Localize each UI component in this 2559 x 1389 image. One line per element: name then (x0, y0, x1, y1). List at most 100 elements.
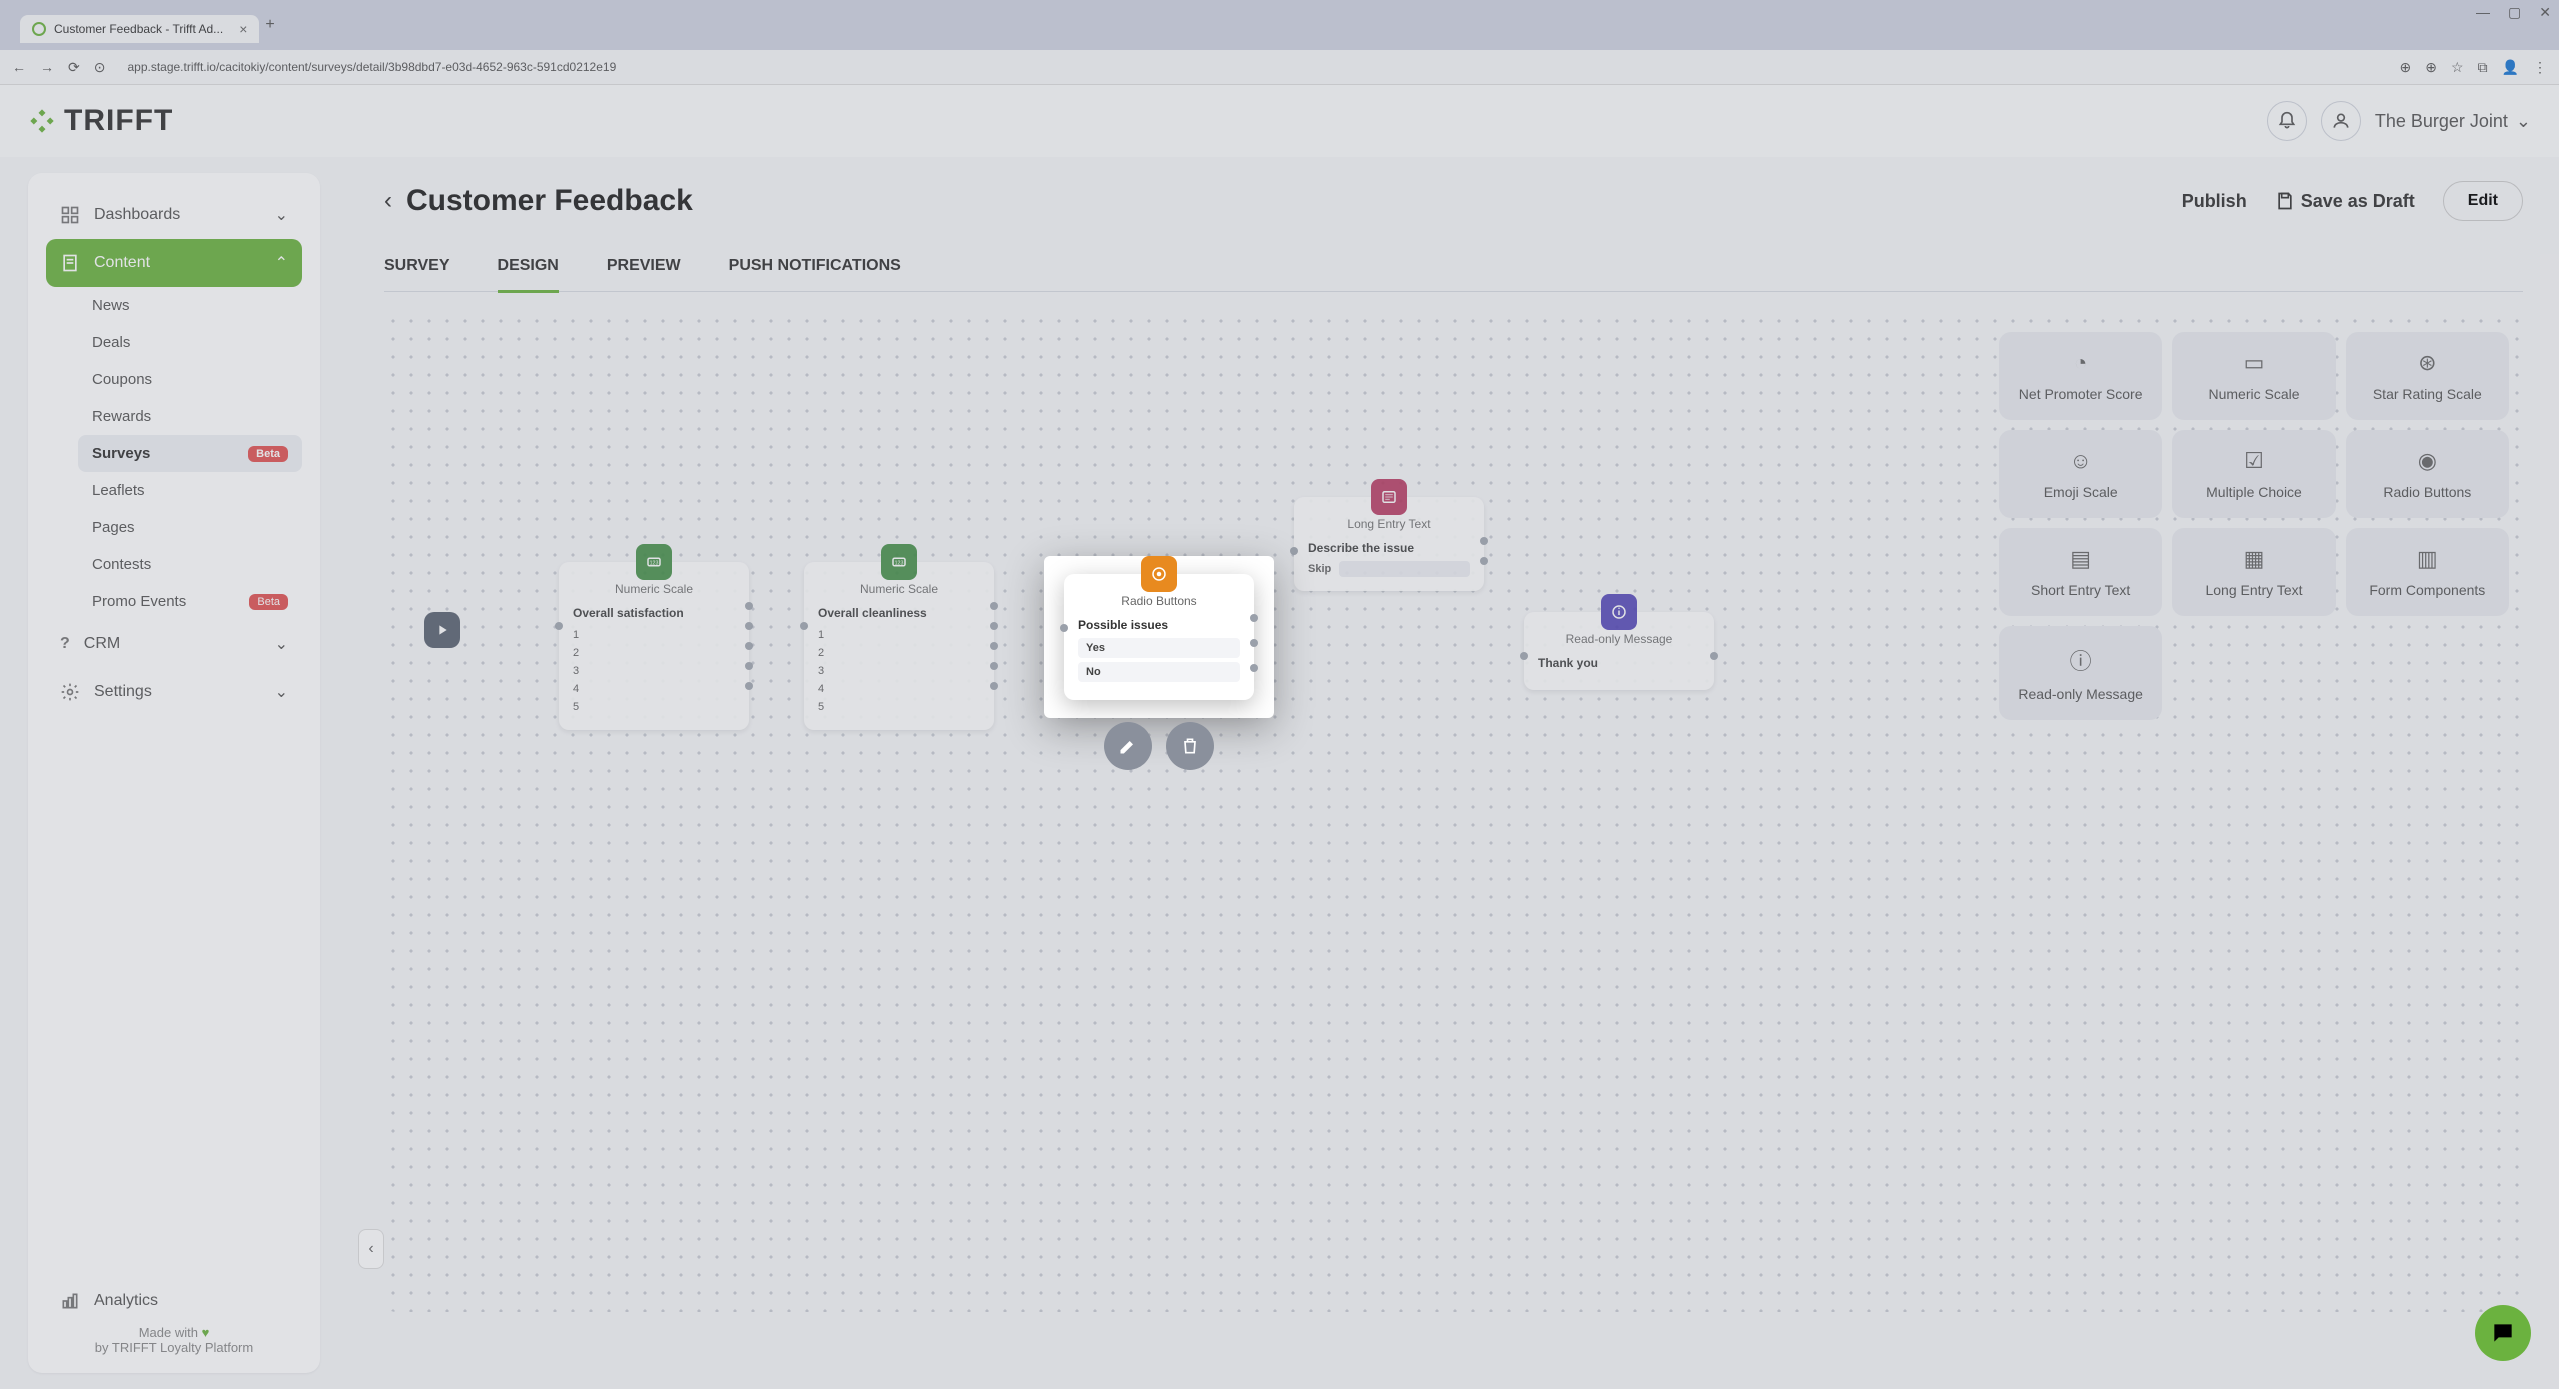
chat-icon (2490, 1320, 2516, 1346)
node-question: Possible issues (1078, 618, 1240, 632)
notifications-button[interactable] (2267, 101, 2307, 141)
palette-emoji[interactable]: ☺Emoji Scale (1999, 430, 2162, 518)
nav-sub-leaflets[interactable]: Leaflets (78, 472, 302, 509)
logo-icon (28, 107, 56, 135)
palette-star[interactable]: ⊛Star Rating Scale (2346, 332, 2509, 420)
node-type-label: Read-only Message (1538, 632, 1700, 646)
window-controls: — ▢ ✕ (2476, 4, 2551, 21)
question-icon: ? (60, 635, 70, 653)
start-node[interactable] (424, 612, 460, 648)
gear-icon (60, 682, 80, 702)
url-bar[interactable]: app.stage.trifft.io/cacitokiy/content/su… (119, 60, 2385, 74)
new-tab-button[interactable]: + (265, 16, 274, 34)
delete-node-button[interactable] (1166, 722, 1214, 770)
palette-short-text[interactable]: ▤Short Entry Text (1999, 528, 2162, 616)
back-button[interactable]: ‹ (384, 187, 392, 215)
pencil-icon (1118, 736, 1138, 756)
tab-push-notifications[interactable]: PUSH NOTIFICATIONS (729, 241, 901, 291)
menu-icon[interactable]: ⋮ (2533, 59, 2547, 76)
user-icon (2331, 111, 2351, 131)
tab-survey[interactable]: SURVEY (384, 241, 450, 291)
node-numeric-2[interactable]: 123 Numeric Scale Overall cleanliness 1 … (804, 562, 994, 730)
radio-icon: ◉ (2418, 448, 2437, 474)
beta-badge: Beta (249, 594, 288, 610)
palette-numeric[interactable]: ▭Numeric Scale (2172, 332, 2335, 420)
tab-preview[interactable]: PREVIEW (607, 241, 681, 291)
long-text-icon: ▦ (2244, 546, 2265, 572)
forward-icon[interactable]: → (40, 59, 54, 75)
zoom-icon[interactable]: ⊕ (2425, 59, 2437, 76)
node-question: Thank you (1538, 656, 1700, 670)
org-switcher[interactable]: The Burger Joint ⌄ (2375, 111, 2531, 132)
publish-button[interactable]: Publish (2182, 191, 2247, 212)
chevron-down-icon: ⌄ (275, 634, 288, 654)
edit-button[interactable]: Edit (2443, 181, 2523, 221)
save-icon (2275, 191, 2295, 211)
tab-design[interactable]: DESIGN (498, 241, 559, 291)
nav-analytics[interactable]: Analytics (46, 1277, 302, 1325)
nav-settings[interactable]: Settings ⌄ (46, 668, 302, 716)
node-numeric-1[interactable]: 123 Numeric Scale Overall satisfaction 1… (559, 562, 749, 730)
svg-text:123: 123 (650, 560, 659, 566)
nav-dashboards-label: Dashboards (94, 206, 180, 224)
sidebar: Dashboards ⌄ Content ⌃ News Deals Coupon… (0, 157, 348, 1389)
palette-readonly[interactable]: ⓘRead-only Message (1999, 626, 2162, 720)
close-window-icon[interactable]: ✕ (2539, 4, 2551, 21)
beta-badge: Beta (248, 446, 288, 462)
brand-logo[interactable]: TRIFFT (28, 104, 173, 138)
nav-dashboards[interactable]: Dashboards ⌄ (46, 191, 302, 239)
browser-tab[interactable]: Customer Feedback - Trifft Ad... × (20, 15, 259, 43)
info-icon: ⓘ (2070, 644, 2092, 676)
palette-form[interactable]: ▥Form Components (2346, 528, 2509, 616)
star-icon: ⊛ (2418, 350, 2436, 376)
nav-content-label: Content (94, 254, 150, 272)
node-readonly[interactable]: Read-only Message Thank you (1524, 612, 1714, 690)
check-icon: ☑ (2244, 448, 2264, 474)
palette-long-text[interactable]: ▦Long Entry Text (2172, 528, 2335, 616)
chevron-down-icon: ⌄ (275, 682, 288, 702)
tab-title: Customer Feedback - Trifft Ad... (54, 22, 223, 36)
edit-node-button[interactable] (1104, 722, 1152, 770)
radio-option-yes: Yes (1078, 638, 1240, 658)
site-info-icon[interactable]: ⊙ (94, 59, 106, 76)
document-icon (60, 253, 80, 273)
svg-text:123: 123 (895, 560, 904, 566)
translate-icon[interactable]: ⊕ (2400, 59, 2412, 76)
node-question: Overall satisfaction (573, 606, 735, 620)
nav-sub-news[interactable]: News (78, 287, 302, 324)
nav-crm[interactable]: ? CRM ⌄ (46, 620, 302, 668)
palette-nps[interactable]: ◔Net Promoter Score (1999, 332, 2162, 420)
palette-radio[interactable]: ◉Radio Buttons (2346, 430, 2509, 518)
node-question: Overall cleanliness (818, 606, 980, 620)
nav-sub-deals[interactable]: Deals (78, 324, 302, 361)
minimize-icon[interactable]: — (2476, 4, 2490, 21)
nav-sub-pages[interactable]: Pages (78, 509, 302, 546)
profile-icon[interactable]: 👤 (2502, 59, 2519, 76)
numeric-icon: 123 (636, 544, 672, 580)
maximize-icon[interactable]: ▢ (2508, 4, 2521, 21)
node-radio-selected[interactable]: Radio Buttons Possible issues Yes No (1064, 574, 1254, 700)
browser-tabbar: Customer Feedback - Trifft Ad... × + — ▢… (0, 0, 2559, 50)
nav-content[interactable]: Content ⌃ (46, 239, 302, 287)
heart-icon: ♥ (202, 1325, 210, 1340)
reload-icon[interactable]: ⟳ (68, 59, 80, 76)
chevron-down-icon: ⌄ (275, 205, 288, 225)
extensions-icon[interactable]: ⧉ (2478, 59, 2488, 76)
design-canvas[interactable]: 123 Numeric Scale Overall satisfaction 1… (384, 312, 2523, 1312)
nav-sub-contests[interactable]: Contests (78, 546, 302, 583)
trash-icon (1180, 736, 1200, 756)
tab-close-icon[interactable]: × (239, 21, 247, 37)
palette-multiple[interactable]: ☑Multiple Choice (2172, 430, 2335, 518)
back-icon[interactable]: ← (12, 59, 26, 75)
nav-sub-coupons[interactable]: Coupons (78, 361, 302, 398)
node-long-text[interactable]: Long Entry Text Describe the issue Skip (1294, 497, 1484, 591)
node-type-label: Numeric Scale (573, 582, 735, 596)
save-draft-button[interactable]: Save as Draft (2275, 191, 2415, 212)
chat-button[interactable] (2475, 1305, 2531, 1361)
account-button[interactable] (2321, 101, 2361, 141)
sidebar-footer: Made with ♥ by TRIFFT Loyalty Platform (46, 1325, 302, 1355)
nav-sub-rewards[interactable]: Rewards (78, 398, 302, 435)
nav-sub-promo-events[interactable]: Promo EventsBeta (78, 583, 302, 620)
bookmark-icon[interactable]: ☆ (2451, 59, 2464, 76)
nav-sub-surveys[interactable]: SurveysBeta (78, 435, 302, 472)
